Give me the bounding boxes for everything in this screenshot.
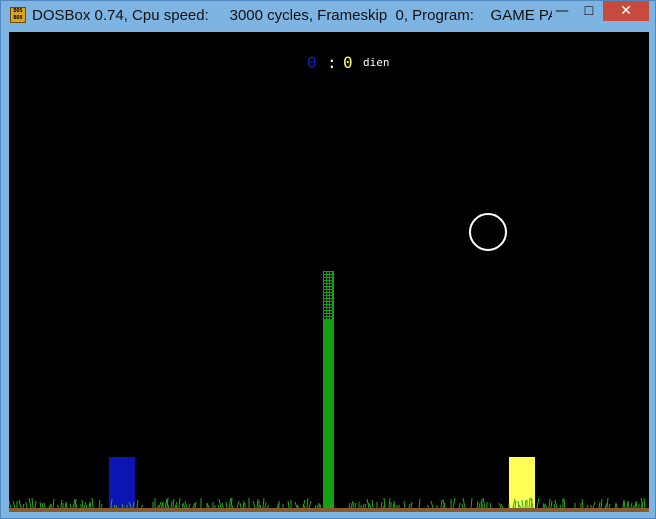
grass xyxy=(9,497,646,508)
close-icon: ✕ xyxy=(620,3,632,19)
minimize-button[interactable]: — xyxy=(549,1,575,21)
title-bar[interactable]: DOS BOX DOSBox 0.74, Cpu speed: 3000 cyc… xyxy=(1,1,655,31)
maximize-button[interactable]: ☐ xyxy=(576,1,602,21)
window-title: DOSBox 0.74, Cpu speed: 3000 cycles, Fra… xyxy=(32,7,552,24)
app-icon-label: DOS BOX xyxy=(13,8,23,21)
score-separator: : xyxy=(327,53,337,72)
score-right: 0 xyxy=(343,53,353,72)
score-left: 0 xyxy=(307,53,317,72)
score-label: dien xyxy=(363,56,390,69)
dosbox-window: DOS BOX DOSBox 0.74, Cpu speed: 3000 cyc… xyxy=(0,0,656,519)
close-button[interactable]: ✕ xyxy=(603,1,649,21)
ground xyxy=(9,508,649,512)
net-pole xyxy=(323,320,334,508)
maximize-icon: ☐ xyxy=(583,4,595,18)
ball xyxy=(469,213,507,251)
minimize-icon: — xyxy=(555,3,569,19)
net-mesh xyxy=(323,271,334,320)
game-screen[interactable]: 0 : 0 dien xyxy=(9,32,649,512)
dosbox-app-icon[interactable]: DOS BOX xyxy=(10,7,26,23)
